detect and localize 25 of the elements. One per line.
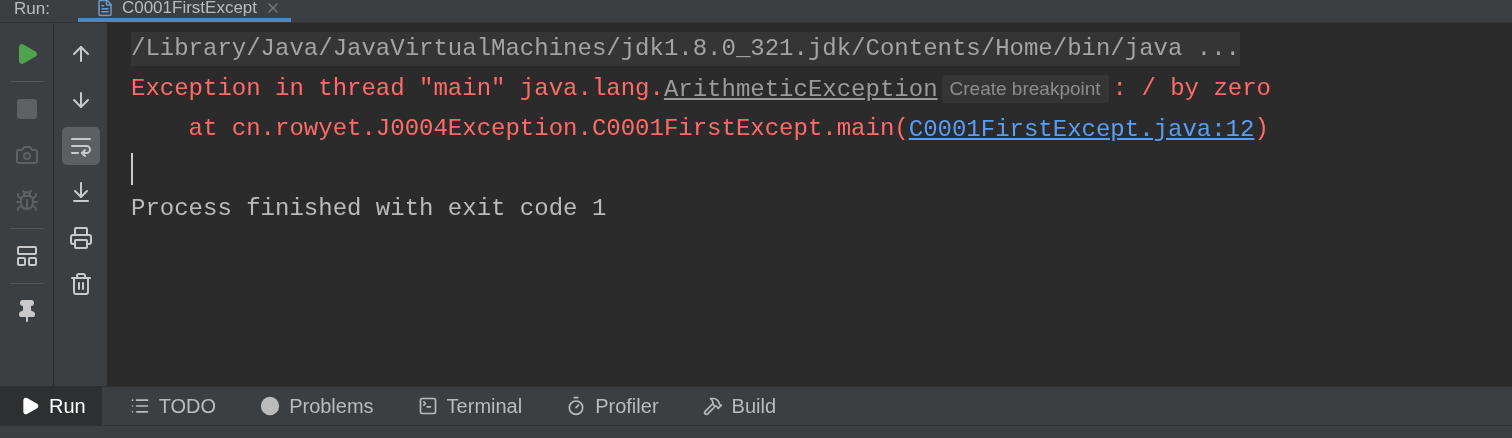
terminal-icon xyxy=(417,396,438,416)
console-text: /Library/Java/JavaVirtualMachines/jdk1.8.0_321.jdk/Contents/Home/bin/java ... xyxy=(131,32,1240,66)
console-text: ) xyxy=(1254,114,1269,144)
console-tab[interactable]: C0001FirstExcept xyxy=(77,0,292,22)
console-text: : / by zero xyxy=(1112,74,1272,104)
class-link[interactable]: ArithmeticException xyxy=(663,75,938,103)
tool-window-tab[interactable]: Terminal xyxy=(397,387,539,425)
console-text: Process finished with exit code 1 xyxy=(131,194,607,224)
tool-window-tab[interactable]: Run xyxy=(0,387,102,425)
tool-window-tab[interactable]: Problems xyxy=(240,387,390,425)
tool-window-tab[interactable]: TODO xyxy=(109,387,233,425)
text-cursor xyxy=(131,153,133,185)
problems-icon xyxy=(260,396,281,416)
run-icon xyxy=(20,396,40,416)
breakpoint-hint[interactable]: Create breakpoint xyxy=(941,75,1109,103)
file-link[interactable]: C0001FirstExcept.java:12 xyxy=(908,115,1255,143)
console-text: at cn.rowyet.J0004Exception.C0001FirstExcept.main( xyxy=(187,114,909,144)
console-text: Exception in thread "main" java.lang. xyxy=(131,74,664,104)
tool-window-tab[interactable]: Build xyxy=(682,387,793,425)
file-icon xyxy=(95,0,114,17)
soft-wrap-icon[interactable] xyxy=(61,127,100,165)
run-label: Run: xyxy=(14,0,50,18)
build-icon xyxy=(702,396,723,416)
tool-window-tab[interactable]: Profiler xyxy=(546,387,675,425)
todo-icon xyxy=(129,396,150,416)
